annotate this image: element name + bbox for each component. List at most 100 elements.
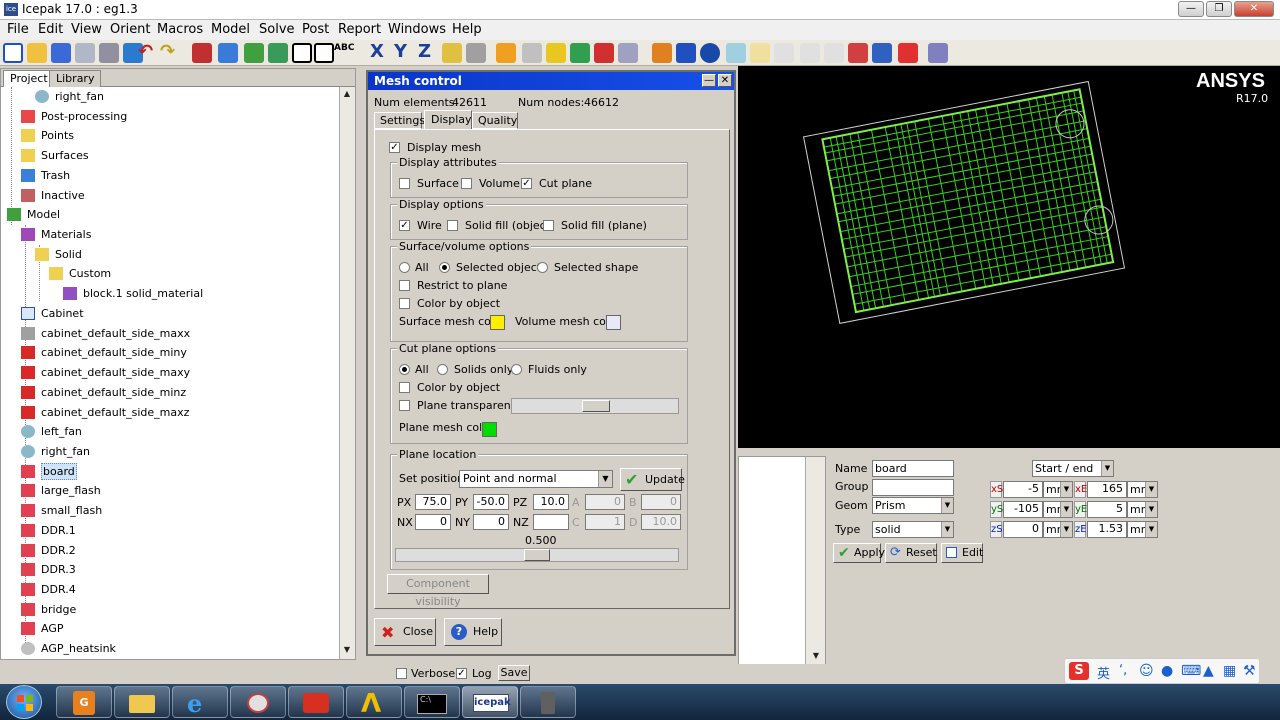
edit-button[interactable]: Edit <box>941 543 983 563</box>
a-field[interactable]: 0 <box>585 494 625 510</box>
menu-post[interactable]: Post <box>302 22 329 37</box>
nz-field[interactable] <box>533 514 569 530</box>
ruler-icon[interactable] <box>496 43 516 63</box>
xe-field[interactable]: 165 <box>1087 481 1127 498</box>
b-field[interactable]: 0 <box>641 494 681 510</box>
isometric-icon[interactable] <box>442 43 462 63</box>
function-icon[interactable] <box>618 43 638 63</box>
close-window-button[interactable]: ✕ <box>1234 1 1274 17</box>
trials-plot-icon[interactable] <box>824 43 844 63</box>
minimize-button[interactable]: — <box>1178 1 1204 17</box>
screenshot-icon[interactable] <box>99 43 119 63</box>
mesh-icon[interactable] <box>522 43 542 63</box>
apply-button[interactable]: ✔ Apply <box>833 543 885 563</box>
menu-macros[interactable]: Macros <box>157 22 203 37</box>
taskbar-usb-tool[interactable] <box>520 686 576 718</box>
message-scrollbar[interactable]: ▼ <box>805 457 825 665</box>
optimization-icon[interactable] <box>928 43 948 63</box>
ys-field[interactable]: -105 <box>1003 501 1043 518</box>
plane-mesh-color-swatch[interactable] <box>482 422 497 437</box>
selected-shape-radio[interactable] <box>537 262 548 273</box>
display-mesh-checkbox[interactable]: ✓ <box>389 142 400 153</box>
object-face-icon[interactable] <box>652 43 672 63</box>
plane-cut-icon[interactable] <box>676 43 696 63</box>
menu-help[interactable]: Help <box>452 22 482 37</box>
restore-button[interactable]: ❐ <box>1206 1 1232 17</box>
help-button[interactable]: ? Help <box>444 618 502 646</box>
surface-checkbox[interactable] <box>399 178 410 189</box>
reverse-view-icon[interactable] <box>466 43 486 63</box>
taskbar-icepak[interactable]: icepak <box>462 686 518 718</box>
verbose-checkbox[interactable] <box>396 668 407 679</box>
coordinate-mode-select[interactable]: Start / end ▼ <box>1032 460 1114 477</box>
redo-icon[interactable]: ↷ <box>160 41 175 62</box>
power-temp-icon[interactable] <box>898 43 918 63</box>
menu-orient[interactable]: Orient <box>110 22 151 37</box>
dialog-minimize-icon[interactable]: — <box>702 74 716 87</box>
cutplane-all-radio[interactable] <box>399 364 410 375</box>
taskbar-recorder[interactable] <box>288 686 344 718</box>
zs-unit-select[interactable]: mm ▼ <box>1043 521 1073 538</box>
log-checkbox[interactable]: ✓ <box>456 668 467 679</box>
emoji-icon[interactable]: ☺ <box>1139 663 1154 679</box>
ze-field[interactable]: 1.53 <box>1087 521 1127 538</box>
close-button[interactable]: ✖ Close <box>374 618 436 646</box>
wrench-icon[interactable]: ⚒ <box>1243 663 1256 679</box>
zs-field[interactable]: 0 <box>1003 521 1043 538</box>
undo-icon[interactable]: ↶ <box>138 41 153 62</box>
taskbar-foxit-pdf[interactable]: G <box>56 686 112 718</box>
ze-unit-select[interactable]: mm ▼ <box>1127 521 1158 538</box>
graphics-viewport[interactable]: ANSYS R17.0 <box>738 66 1280 448</box>
sogou-logo-icon[interactable]: S <box>1069 662 1089 680</box>
wire-checkbox[interactable]: ✓ <box>399 220 410 231</box>
ys-unit-select[interactable]: mm ▼ <box>1043 501 1073 518</box>
start-button[interactable] <box>6 685 42 719</box>
point-icon[interactable] <box>726 43 746 63</box>
keyboard-icon[interactable]: ⌨ <box>1181 663 1201 679</box>
surfvol-color-by-object-checkbox[interactable] <box>399 298 410 309</box>
name-field[interactable]: board <box>872 460 954 477</box>
py-field[interactable]: -50.0 <box>473 494 509 510</box>
save-icon[interactable] <box>51 43 71 63</box>
save-log-button[interactable]: Save <box>498 665 530 681</box>
summary-icon[interactable] <box>872 43 892 63</box>
c-field[interactable]: 1 <box>585 514 625 530</box>
taskbar-paint-tool[interactable] <box>230 686 286 718</box>
grid-icon[interactable] <box>314 43 334 63</box>
cut-plane-checkbox[interactable]: ✓ <box>521 178 532 189</box>
xs-field[interactable]: -5 <box>1003 481 1043 498</box>
d-field[interactable]: 10.0 <box>641 514 681 530</box>
scroll-up-icon[interactable]: ▲ <box>340 87 354 101</box>
home-view-icon[interactable] <box>192 43 212 63</box>
transparency-slider-handle[interactable] <box>582 400 610 412</box>
tab-library[interactable]: Library <box>49 70 102 87</box>
component-visibility-button[interactable]: Component visibility <box>387 574 489 608</box>
taskbar-command-prompt[interactable]: C:\ <box>404 686 460 718</box>
new-project-icon[interactable] <box>3 43 23 63</box>
volume-checkbox[interactable] <box>461 178 472 189</box>
xs-unit-select[interactable]: mm ▼ <box>1043 481 1073 498</box>
view-y-icon[interactable]: Y <box>394 41 407 62</box>
plane-slider-handle[interactable] <box>524 549 550 561</box>
reset-button[interactable]: ⟳ Reset <box>885 543 937 563</box>
taskbar-file-explorer[interactable] <box>114 686 170 718</box>
view-z-icon[interactable]: Z <box>418 41 431 62</box>
px-field[interactable]: 75.0 <box>415 494 451 510</box>
menu-solve[interactable]: Solve <box>259 22 295 37</box>
solids-only-radio[interactable] <box>437 364 448 375</box>
transparency-slider[interactable] <box>511 398 679 414</box>
cabinet-icon[interactable] <box>546 43 566 63</box>
type-select[interactable]: solid ▼ <box>872 521 954 538</box>
plane-transparency-checkbox[interactable] <box>399 400 410 411</box>
box-select-icon[interactable] <box>292 43 312 63</box>
fit-view-icon[interactable] <box>244 43 264 63</box>
menu-model[interactable]: Model <box>211 22 250 37</box>
surfvol-all-radio[interactable] <box>399 262 410 273</box>
solid-fill-object-checkbox[interactable] <box>447 220 458 231</box>
tab-quality[interactable]: Quality <box>472 112 518 129</box>
check-icon[interactable] <box>570 43 590 63</box>
update-button[interactable]: ✔ Update <box>620 468 685 491</box>
scroll-down-icon[interactable]: ▼ <box>340 643 354 657</box>
menu-view[interactable]: View <box>71 22 102 37</box>
menu-file[interactable]: File <box>7 22 29 37</box>
